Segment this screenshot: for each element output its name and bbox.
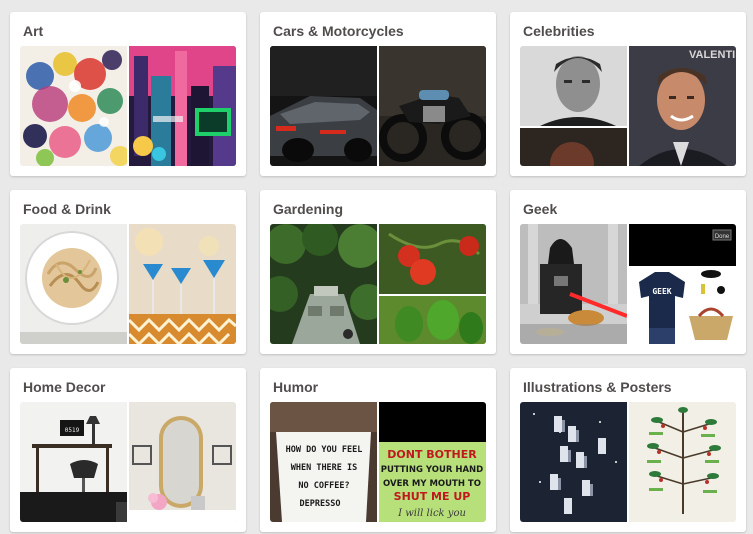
celebrity-smiling-image[interactable]: VALENTINE'S: [629, 46, 736, 166]
concept-car-image[interactable]: [270, 46, 377, 166]
sign-line-1: HOW DO YOU FEEL: [286, 445, 363, 455]
category-card-celebrities[interactable]: Celebrities VALENTINE'S: [510, 12, 746, 176]
category-thumbnails[interactable]: [270, 46, 486, 166]
category-title[interactable]: Illustrations & Posters: [523, 379, 672, 395]
category-title[interactable]: Celebrities: [523, 23, 595, 39]
category-thumbnails[interactable]: HOW DO YOU FEEL WHEN THERE IS NO COFFEE?…: [270, 402, 486, 522]
category-title[interactable]: Food & Drink: [23, 201, 111, 217]
valentines-background-text: VALENTINE'S: [689, 49, 736, 61]
category-thumbnails[interactable]: [20, 46, 236, 166]
category-thumbnails[interactable]: [520, 402, 736, 522]
category-card-cars-motorcycles[interactable]: Cars & Motorcycles: [260, 12, 496, 176]
poster-line-5: I will lick you: [397, 508, 466, 519]
category-card-humor[interactable]: Humor HOW DO YOU FEEL WHEN THERE IS NO C…: [260, 368, 496, 532]
category-title[interactable]: Cars & Motorcycles: [273, 23, 404, 39]
category-title[interactable]: Home Decor: [23, 379, 105, 395]
category-title[interactable]: Gardening: [273, 201, 343, 217]
dont-bother-poster-image[interactable]: DONT BOTHER PUTTING YOUR HAND OVER MY MO…: [379, 402, 486, 522]
category-card-gardening[interactable]: Gardening: [260, 190, 496, 354]
sign-line-2: WHEN THERE IS: [291, 463, 358, 473]
garden-patio-image[interactable]: [270, 224, 377, 344]
poster-line-3: OVER MY MOUTH TO: [383, 479, 481, 489]
tomatoes-peppers-image[interactable]: [379, 224, 486, 344]
category-card-illustrations-posters[interactable]: Illustrations & Posters: [510, 368, 746, 532]
category-card-home-decor[interactable]: Home Decor 0519: [10, 368, 246, 532]
category-card-art[interactable]: Art: [10, 12, 246, 176]
category-thumbnails[interactable]: Done GEEK: [520, 224, 736, 344]
poster-line-4: SHUT ME UP: [394, 490, 471, 503]
mirror-decor-image[interactable]: [129, 402, 236, 522]
poster-line-1: DONT BOTHER: [387, 448, 477, 461]
botanical-tree-poster-image[interactable]: [629, 402, 736, 522]
celebrity-portrait-image[interactable]: [520, 46, 627, 166]
category-title[interactable]: Geek: [523, 201, 557, 217]
coffee-sign-image[interactable]: HOW DO YOU FEEL WHEN THERE IS NO COFFEE?…: [270, 402, 377, 522]
category-thumbnails[interactable]: [270, 224, 486, 344]
poster-line-2: PUTTING YOUR HAND: [381, 465, 483, 475]
art-city-illustration-image[interactable]: [129, 46, 236, 166]
category-card-geek[interactable]: Geek Done GEEK: [510, 190, 746, 354]
category-card-food-drink[interactable]: Food & Drink: [10, 190, 246, 354]
category-thumbnails[interactable]: VALENTINE'S: [520, 46, 736, 166]
category-thumbnails[interactable]: 0519: [20, 402, 236, 522]
pasta-plate-image[interactable]: [20, 224, 127, 344]
motorcycle-image[interactable]: [379, 46, 486, 166]
category-thumbnails[interactable]: [20, 224, 236, 344]
art-circles-image[interactable]: [20, 46, 127, 166]
lost-poster-image[interactable]: [520, 402, 627, 522]
category-title[interactable]: Art: [23, 23, 43, 39]
sign-line-4: DEPRESSO: [300, 499, 341, 509]
sign-line-3: NO COFFEE?: [298, 481, 349, 491]
home-office-image[interactable]: 0519: [20, 402, 127, 522]
done-button-text: Done: [715, 234, 730, 240]
darth-vader-turkey-image[interactable]: [520, 224, 627, 344]
clock-display-text: 0519: [65, 427, 80, 434]
geek-fashion-image[interactable]: Done GEEK: [629, 224, 736, 344]
category-title[interactable]: Humor: [273, 379, 318, 395]
geek-shirt-text: GEEK: [652, 287, 671, 296]
cocktails-image[interactable]: [129, 224, 236, 344]
